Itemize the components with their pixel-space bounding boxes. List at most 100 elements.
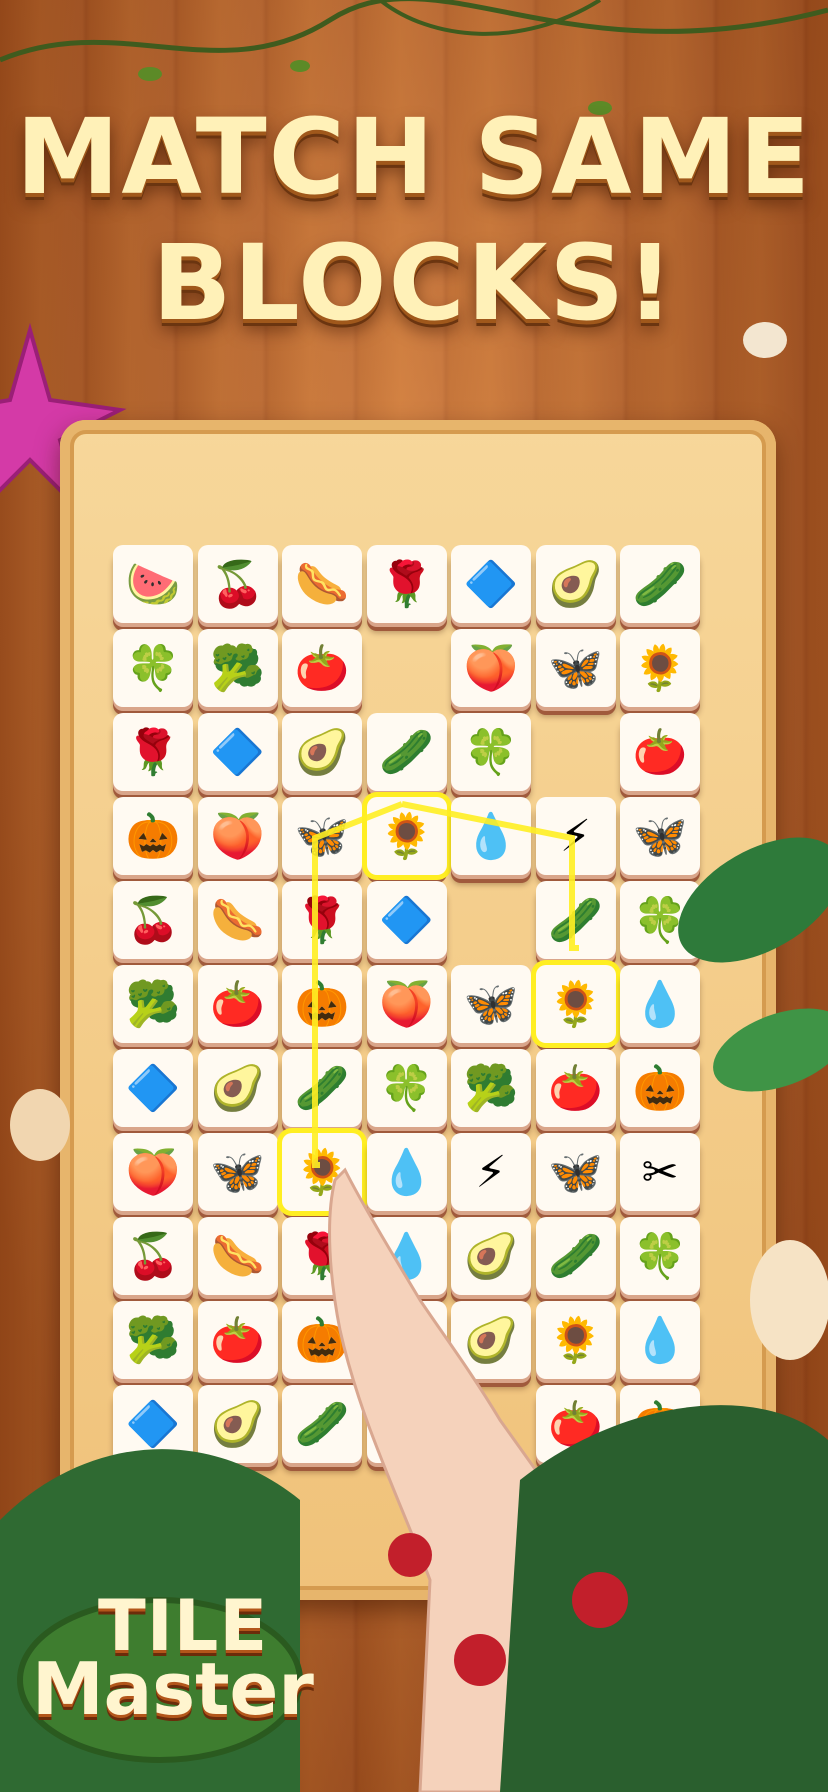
papaya-icon: 🎃 xyxy=(125,811,181,862)
tile-tomato[interactable]: 🍅 xyxy=(197,1301,278,1379)
tile-broccoli[interactable]: 🥦 xyxy=(113,965,193,1043)
tile-pinwheel[interactable]: 🔷 xyxy=(451,545,531,623)
flame-icon: 💧 xyxy=(632,979,688,1030)
papaya-icon: 🎃 xyxy=(632,1399,688,1450)
tile-cucumber[interactable]: 🥒 xyxy=(282,1049,362,1127)
tile-pinwheel[interactable]: 🔷 xyxy=(197,713,278,791)
tile-cucumber[interactable]: 🥒 xyxy=(366,1301,447,1379)
tile-cucumber[interactable]: 🥒 xyxy=(366,713,447,791)
clover-icon: 🍀 xyxy=(463,727,519,778)
tile-avocado[interactable]: 🥑 xyxy=(197,1385,278,1463)
tile-lightning[interactable]: ⚡ xyxy=(535,797,616,875)
tile-papaya[interactable]: 🎃 xyxy=(620,1385,700,1463)
tile-avocado[interactable]: 🥑 xyxy=(197,1049,278,1127)
tile-sunflower[interactable]: 🌻 xyxy=(535,1301,616,1379)
tile-tomato[interactable]: 🍅 xyxy=(197,965,278,1043)
tile-dragonfly[interactable]: 🦋 xyxy=(282,797,362,875)
tile-peach[interactable]: 🍑 xyxy=(366,965,447,1043)
tile-broccoli[interactable]: 🥦 xyxy=(113,1301,193,1379)
tile-peach[interactable]: 🍑 xyxy=(113,1133,193,1211)
tile-cherries[interactable]: 🍒 xyxy=(197,545,278,623)
tile-peach[interactable]: 🍑 xyxy=(451,629,531,707)
tile-clover[interactable]: 🍀 xyxy=(113,629,193,707)
tile-pinwheel[interactable]: 🔷 xyxy=(113,1385,193,1463)
avocado-icon: 🥑 xyxy=(210,1399,265,1450)
tile-grid: 🍉 🍒 🌭 🌹 🔷 🥑 🥒 🍀 🥦 🍅 🍑 🦋 🌻 🌹 🔷 🥑 🥒 🍀 🍅 🎃 🍑 🦋 🌻 💧 ⚡ 🦋 🍒 🌭 🌹 🔷 🥒 🍀 🥦 🍅 🎃 🍑 🦋 🌻 💧 🔷… xyxy=(0,0,828,1792)
tile-flame[interactable]: 💧 xyxy=(366,1133,447,1211)
tile-cucumber[interactable]: 🥒 xyxy=(535,1217,616,1295)
tile-rose[interactable]: 🌹 xyxy=(113,713,193,791)
cucumber-icon: 🥒 xyxy=(548,1231,603,1282)
tile-clover[interactable]: 🍀 xyxy=(366,1385,447,1463)
tile-butterfly[interactable]: 🦋 xyxy=(620,797,700,875)
tile-avocado[interactable]: 🥑 xyxy=(451,1217,531,1295)
tile-clover[interactable]: 🍀 xyxy=(451,713,531,791)
sunflower-icon: 🌻 xyxy=(548,1315,603,1366)
rose-icon: 🌹 xyxy=(379,559,434,610)
avocado-icon: 🥑 xyxy=(294,727,350,778)
tile-watermelon[interactable]: 🍉 xyxy=(113,545,193,623)
peach-icon: 🍑 xyxy=(379,979,434,1030)
tile-broccoli[interactable]: 🥦 xyxy=(197,629,278,707)
tile-rose[interactable]: 🌹 xyxy=(282,881,362,959)
tile-clover[interactable]: 🍀 xyxy=(620,1217,700,1295)
cucumber-icon: 🥒 xyxy=(294,1399,350,1450)
tile-cherries[interactable]: 🍒 xyxy=(113,881,193,959)
tile-dragonfly[interactable]: 🦋 xyxy=(197,1133,278,1211)
tile-pinwheel[interactable]: 🔷 xyxy=(366,881,447,959)
tile-scissors[interactable]: ✂ xyxy=(620,1133,700,1211)
pinwheel-icon: 🔷 xyxy=(125,1063,181,1114)
pinwheel-icon: 🔷 xyxy=(125,1399,181,1450)
tile-rose[interactable]: 🌹 xyxy=(282,1217,362,1295)
tile-avocado[interactable]: 🥑 xyxy=(451,1301,531,1379)
tile-broccoli[interactable]: 🥦 xyxy=(451,1049,531,1127)
tile-lightning[interactable]: ⚡ xyxy=(451,1133,531,1211)
tile-flame[interactable]: 💧 xyxy=(451,797,531,875)
broccoli-icon: 🥦 xyxy=(210,643,265,694)
peach-icon: 🍑 xyxy=(125,1147,181,1198)
tomato-icon: 🍅 xyxy=(548,1063,603,1114)
tile-cucumber[interactable]: 🥒 xyxy=(282,1385,362,1463)
tile-tomato[interactable]: 🍅 xyxy=(282,629,362,707)
tile-sausage[interactable]: 🌭 xyxy=(197,881,278,959)
tile-papaya[interactable]: 🎃 xyxy=(113,797,193,875)
tile-flame[interactable]: 💧 xyxy=(620,1301,700,1379)
tile-dragonfly[interactable]: 🦋 xyxy=(451,965,531,1043)
cucumber-icon: 🥒 xyxy=(294,1063,350,1114)
tile-avocado[interactable]: 🥑 xyxy=(282,713,362,791)
tile-clover[interactable]: 🍀 xyxy=(366,1049,447,1127)
clover-icon: 🍀 xyxy=(379,1063,434,1114)
tile-flame[interactable]: 💧 xyxy=(366,1217,447,1295)
tile-peach[interactable]: 🍑 xyxy=(197,797,278,875)
tile-cucumber[interactable]: 🥒 xyxy=(535,881,616,959)
tile-sunflower[interactable]: 🌻 xyxy=(282,1133,362,1211)
tile-sunflower[interactable]: 🌻 xyxy=(535,965,616,1043)
dragonfly-icon: 🦋 xyxy=(294,811,350,862)
tile-papaya[interactable]: 🎃 xyxy=(620,1049,700,1127)
tile-clover[interactable]: 🍀 xyxy=(620,881,700,959)
sunflower-icon: 🌻 xyxy=(632,643,688,694)
tile-butterfly[interactable]: 🦋 xyxy=(535,1133,616,1211)
tile-papaya[interactable]: 🎃 xyxy=(282,1301,362,1379)
avocado-icon: 🥑 xyxy=(210,1063,265,1114)
tile-rose[interactable]: 🌹 xyxy=(366,545,447,623)
tile-cucumber[interactable]: 🥒 xyxy=(620,545,700,623)
tile-sausage[interactable]: 🌭 xyxy=(282,545,362,623)
tile-tomato[interactable]: 🍅 xyxy=(620,713,700,791)
cucumber-icon: 🥒 xyxy=(548,895,603,946)
tile-sausage[interactable]: 🌭 xyxy=(197,1217,278,1295)
tile-tomato[interactable]: 🍅 xyxy=(535,1385,616,1463)
tile-cherries[interactable]: 🍒 xyxy=(113,1217,193,1295)
tile-pinwheel[interactable]: 🔷 xyxy=(113,1049,193,1127)
tile-dragonfly[interactable]: 🦋 xyxy=(535,629,616,707)
papaya-icon: 🎃 xyxy=(632,1063,688,1114)
tile-avocado[interactable]: 🥑 xyxy=(535,545,616,623)
tile-sunflower[interactable]: 🌻 xyxy=(366,797,447,875)
tile-papaya[interactable]: 🎃 xyxy=(282,965,362,1043)
tile-tomato[interactable]: 🍅 xyxy=(535,1049,616,1127)
broccoli-icon: 🥦 xyxy=(463,1063,519,1114)
sausage-icon: 🌭 xyxy=(210,1231,265,1282)
tile-flame[interactable]: 💧 xyxy=(620,965,700,1043)
tile-sunflower[interactable]: 🌻 xyxy=(620,629,700,707)
pinwheel-icon: 🔷 xyxy=(463,559,519,610)
